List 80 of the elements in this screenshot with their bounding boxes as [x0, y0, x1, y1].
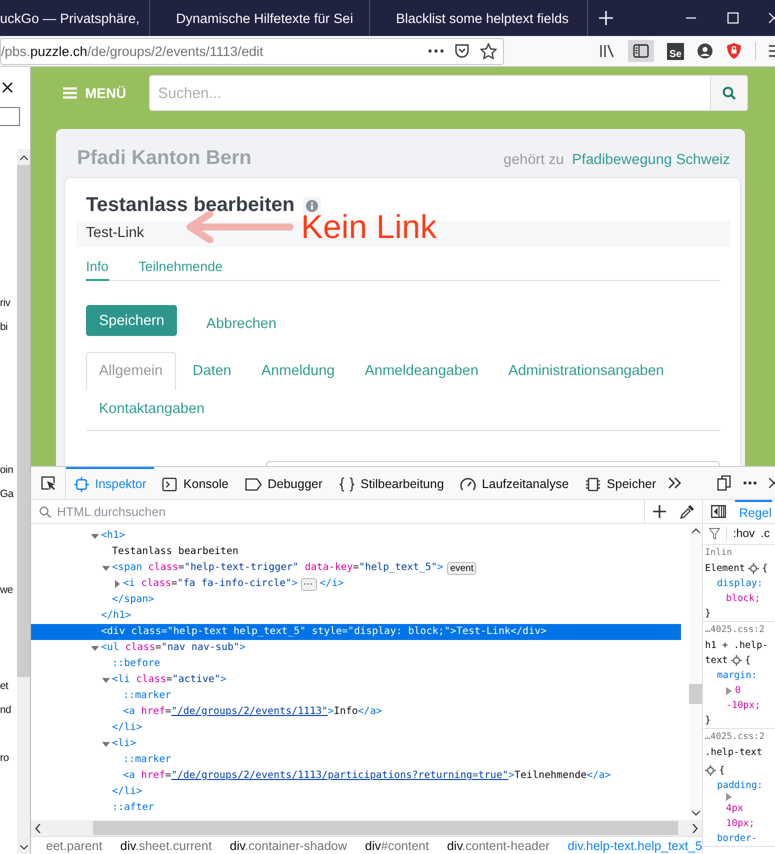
css-value[interactable]: 4px [726, 801, 744, 816]
css-brace: { [744, 654, 751, 668]
css-selector: .help-text { [705, 746, 764, 778]
markup-line[interactable]: </li> [31, 720, 681, 736]
devtools-tab[interactable]: Stilbearbeitung [330, 467, 452, 499]
more-badge[interactable]: ⋯ [300, 578, 317, 590]
form-tab[interactable]: Administrationsangaben [495, 352, 677, 390]
devtools-tab[interactable]: Debugger [236, 467, 331, 499]
css-selector: Element { [705, 561, 769, 576]
breadcrumb[interactable]: div#content [365, 839, 429, 853]
markup-line[interactable]: <a href="/de/groups/2/events/1113/participations?returning=true">Teilnehmende</a> [31, 768, 681, 784]
filter-button[interactable]: .c [760, 528, 770, 540]
sidebar-text: Ga [0, 487, 15, 502]
devtools-tab[interactable]: Speicher [576, 467, 664, 499]
breadcrumb[interactable]: div.content-header [446, 839, 550, 853]
rule-source[interactable]: Inlin [705, 546, 732, 561]
group-title: Pfadi Kanton Bern [77, 147, 252, 170]
devtools-tab[interactable]: Konsole [154, 467, 237, 499]
save-button[interactable]: Speichern [86, 305, 178, 336]
css-value[interactable]: block; [726, 591, 760, 606]
css-value[interactable]: 0 [735, 683, 741, 698]
markup-line[interactable]: </h1> [31, 608, 681, 624]
address-bar[interactable]: /pbs.puzzle.ch/de/groups/2/events/1113/edit [0, 38, 504, 64]
sidebar-text: et [0, 679, 10, 694]
breadcrumb[interactable]: div.sheet.current [120, 839, 212, 853]
css-property[interactable]: display: [705, 576, 775, 591]
form-tab[interactable]: Allgemein [86, 352, 176, 390]
belongs-label: gehört zu [504, 152, 564, 168]
css-brace: { [762, 562, 768, 576]
form-tab[interactable]: Anmeldeangaben [352, 352, 492, 390]
devtools-tab[interactable]: Laufzeitanalyse [452, 467, 577, 499]
css-value[interactable]: 10px; [726, 816, 755, 831]
markup-line[interactable]: <h1> [31, 528, 681, 544]
rules-tab[interactable]: Regel [735, 500, 772, 523]
markup-line[interactable]: <span class="help-text-trigger" data-key="help_text_5"> event [31, 560, 681, 576]
markup-line[interactable]: ::before [31, 656, 681, 672]
css-selector: h1 + .help- [705, 639, 769, 653]
form-tab[interactable]: Anmeldung [248, 352, 348, 390]
markup-line[interactable]: Testanlass bearbeiten [31, 544, 681, 560]
breadcrumb[interactable]: div.container-shadow [230, 839, 348, 853]
devtools-tab[interactable]: Inspektor [66, 467, 154, 499]
markup-line[interactable]: </li> [31, 784, 681, 800]
cancel-link[interactable]: Abbrechen [206, 316, 276, 332]
sidebar-text: riv [0, 296, 12, 311]
nav-tab[interactable]: Info [86, 259, 109, 281]
breadcrumb[interactable]: div.help-text.help_text_5 [568, 839, 702, 853]
css-property[interactable]: padding: [705, 778, 775, 793]
css-selector: text { [705, 653, 752, 668]
form-tab[interactable]: Daten [180, 352, 244, 390]
markup-line[interactable]: <a href="/de/groups/2/events/1113">Info</a> [31, 704, 681, 720]
rule-source[interactable]: …4025.css:2 [705, 730, 765, 745]
sidebar-text: ro [0, 751, 10, 766]
filter-button[interactable]: :hov [733, 528, 755, 540]
event-badge[interactable]: event [447, 562, 476, 574]
rule-source[interactable]: …4025.css:2 [705, 623, 765, 638]
sidebar-text: we [0, 583, 14, 598]
markup-line[interactable]: <li> [31, 736, 681, 752]
nav-tab[interactable]: Teilnehmende [138, 259, 223, 281]
markup-line[interactable]: ::marker [31, 688, 681, 704]
sidebar-text: bi [0, 320, 9, 335]
markup-line[interactable]: ::marker [31, 752, 681, 768]
form-tab[interactable]: Kontaktangaben [86, 390, 218, 428]
markup-line[interactable]: ::after [31, 800, 681, 816]
sidebar-text: nd [0, 703, 12, 718]
markup-line[interactable]: <ul class="nav nav-sub"> [31, 640, 681, 656]
css-value[interactable]: -10px; [726, 698, 760, 713]
markup-line[interactable]: </span> [31, 592, 681, 608]
markup-line[interactable]: <i class="fa fa-info-circle"> ⋯ </i> [31, 576, 681, 592]
css-property[interactable]: margin: [705, 668, 775, 683]
css-property[interactable]: border- [705, 831, 775, 846]
html-search-field[interactable]: HTML durchsuchen [57, 504, 638, 518]
breadcrumb[interactable]: eet.parent [46, 839, 102, 853]
css-brace: } [705, 714, 712, 728]
sidebar-text: oin [0, 463, 14, 478]
annotation-text: Kein Link [301, 208, 437, 246]
css-brace: } [705, 607, 712, 621]
extension-icon[interactable]: Se [667, 42, 684, 60]
markup-line[interactable]: <li class="active"> [31, 672, 681, 688]
css-brace: { [719, 764, 725, 778]
parent-group-link[interactable]: Pfadibewegung Schweiz [572, 152, 730, 168]
